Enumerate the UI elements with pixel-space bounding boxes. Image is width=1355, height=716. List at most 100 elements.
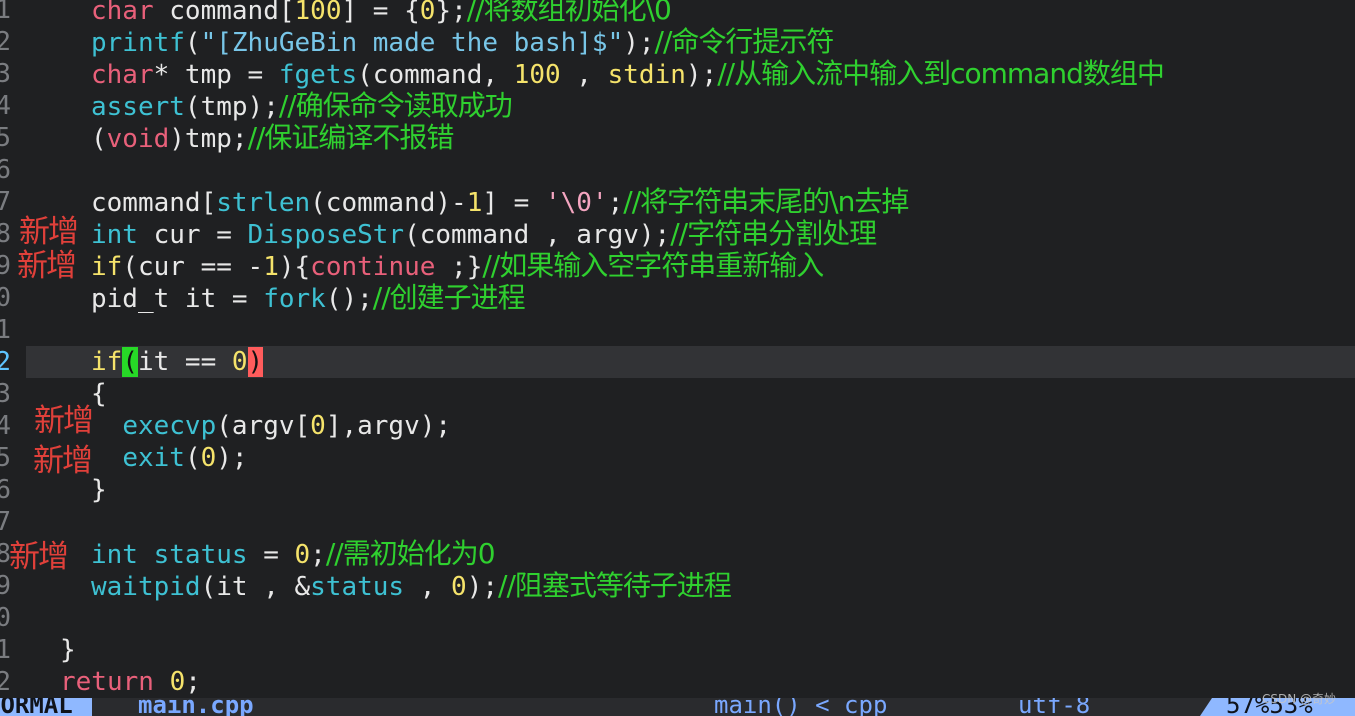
line-number: 4: [0, 91, 11, 121]
code-token: status: [153, 540, 248, 570]
code-token: command[: [91, 188, 217, 218]
code-token: void: [106, 124, 170, 154]
code-token: (: [122, 347, 138, 377]
code-token: exit: [122, 443, 185, 473]
code-token: assert: [91, 92, 185, 122]
code-line[interactable]: 3 char* tmp = fgets(command, 100 , stdin)…: [0, 57, 1355, 91]
code-text: assert(tmp);//确保命令读取成功: [91, 89, 513, 123]
code-text: {: [91, 378, 107, 410]
code-token: status: [310, 572, 405, 602]
code-token: (cur == -: [122, 252, 264, 282]
code-comment: //创建子进程: [372, 281, 526, 314]
code-line[interactable]: 6: [0, 154, 1355, 186]
line-number: 1: [0, 0, 11, 25]
line-number: 3: [0, 379, 11, 409]
code-token: waitpid: [91, 572, 201, 602]
code-comment: //确保命令读取成功: [278, 89, 513, 122]
code-text: exit(0);: [91, 442, 247, 474]
code-token: ],argv);: [325, 411, 452, 441]
code-line[interactable]: 3{: [0, 378, 1355, 410]
code-token: ): [247, 347, 264, 377]
code-text: char* tmp = fgets(command, 100 , stdin);…: [91, 57, 1165, 91]
code-comment: //将数组初始化\0: [466, 0, 672, 26]
line-number: 3: [0, 59, 11, 89]
function-context: main() < cpp: [714, 698, 888, 716]
code-line[interactable]: 8 int status = 0;//需初始化为0: [0, 538, 1355, 571]
code-line[interactable]: 2 return 0;: [0, 666, 1355, 698]
code-line[interactable]: 1 char command[100] = {0};//将数组初始化\0: [0, 0, 1355, 26]
code-token: continue: [310, 252, 436, 282]
code-token: int: [91, 220, 138, 250]
code-token: '\0': [544, 188, 608, 218]
code-line[interactable]: 1: [0, 314, 1355, 346]
code-comment: //如果输入空字符串重新输入: [482, 249, 824, 282]
line-number: 6: [0, 155, 11, 185]
code-comment: //从输入流中输入到command数组中: [717, 57, 1165, 90]
line-number: 8: [0, 219, 11, 249]
code-line[interactable]: 8 int cur = DisposeStr(command , argv);//…: [0, 218, 1355, 251]
code-line[interactable]: 9 waitpid(it , &status , 0);//阻塞式等待子进程: [0, 569, 1355, 603]
code-line[interactable]: 2 printf("[ZhuGeBin made the bash]$");//命…: [0, 25, 1355, 59]
line-number: 0: [0, 603, 11, 633]
code-token: ;}: [435, 252, 483, 282]
line-number: 1: [0, 315, 11, 345]
code-text: (void)tmp;//保证编译不报错: [91, 122, 454, 155]
annotation-added: 新增: [34, 403, 94, 439]
code-text: int cur = DisposeStr(command , argv);//字…: [91, 218, 877, 251]
code-line[interactable]: 1}: [0, 634, 1355, 666]
annotation-added: 新增: [17, 248, 77, 284]
code-comment: //阻塞式等待子进程: [498, 569, 732, 602]
code-token: fork: [263, 284, 326, 314]
code-line[interactable]: 4 execvp(argv[0],argv);: [0, 410, 1355, 442]
code-line[interactable]: 5 exit(0);: [0, 442, 1355, 474]
code-token: ,: [404, 572, 452, 602]
code-token: ;: [185, 667, 201, 697]
code-line[interactable]: 7 command[strlen(command)-1] = '\0';//将字符…: [0, 186, 1355, 219]
code-token: ){: [278, 252, 311, 282]
code-token: stdin: [607, 60, 686, 90]
file-encoding: utf-8: [1018, 698, 1091, 716]
code-token: 0: [200, 443, 217, 473]
code-text: if(cur == -1){continue ;}//如果输入空字符串重新输入: [91, 249, 824, 283]
code-line[interactable]: 5 (void)tmp;//保证编译不报错: [0, 122, 1355, 155]
code-line[interactable]: 0: [0, 602, 1355, 634]
code-text: char command[100] = {0};//将数组初始化\0: [91, 0, 672, 27]
code-token: if: [91, 347, 123, 377]
line-number: 2: [0, 27, 11, 57]
code-text: int status = 0;//需初始化为0: [91, 538, 496, 571]
code-line[interactable]: 2 if(it == 0): [0, 346, 1355, 378]
code-text: pid_t it = fork();//创建子进程: [91, 281, 526, 315]
code-line[interactable]: 4 assert(tmp);//确保命令读取成功: [0, 89, 1355, 123]
code-token: 100: [513, 60, 561, 90]
annotation-added: 新增: [9, 539, 69, 575]
code-line[interactable]: 6}: [0, 474, 1355, 506]
code-token: (: [184, 443, 201, 473]
code-token: it ==: [137, 347, 232, 377]
code-token: command[: [153, 0, 295, 26]
code-token: "[ZhuGeBin made the bash]$": [200, 28, 624, 58]
code-comment: //命令行提示符: [654, 25, 835, 58]
code-line[interactable]: 0 pid_t it = fork();//创建子进程: [0, 281, 1355, 315]
code-token: if: [91, 252, 123, 282]
code-text: waitpid(it , &status , 0);//阻塞式等待子进程: [91, 569, 732, 603]
code-text: return 0;: [60, 666, 201, 698]
line-number: 9: [0, 251, 11, 281]
code-line[interactable]: 7: [0, 506, 1355, 538]
code-token: ;: [310, 540, 326, 570]
code-editor[interactable]: 1 char command[100] = {0};//将数组初始化\0 2 prin…: [0, 0, 1355, 698]
mode-indicator: NORMAL: [0, 698, 92, 716]
mode-label: NORMAL: [0, 698, 73, 716]
code-token: ;: [607, 188, 624, 218]
code-token: );: [685, 60, 718, 90]
code-token: printf: [91, 28, 185, 58]
code-token: (: [91, 124, 107, 154]
code-line[interactable]: 9 if(cur == -1){continue ;}//如果输入空字符串重新输入: [0, 249, 1355, 283]
file-name[interactable]: main.cpp: [138, 698, 254, 716]
code-token: };: [435, 0, 467, 26]
line-number: 2: [0, 347, 11, 377]
code-token: char: [91, 0, 154, 26]
line-number: 0: [0, 283, 11, 313]
